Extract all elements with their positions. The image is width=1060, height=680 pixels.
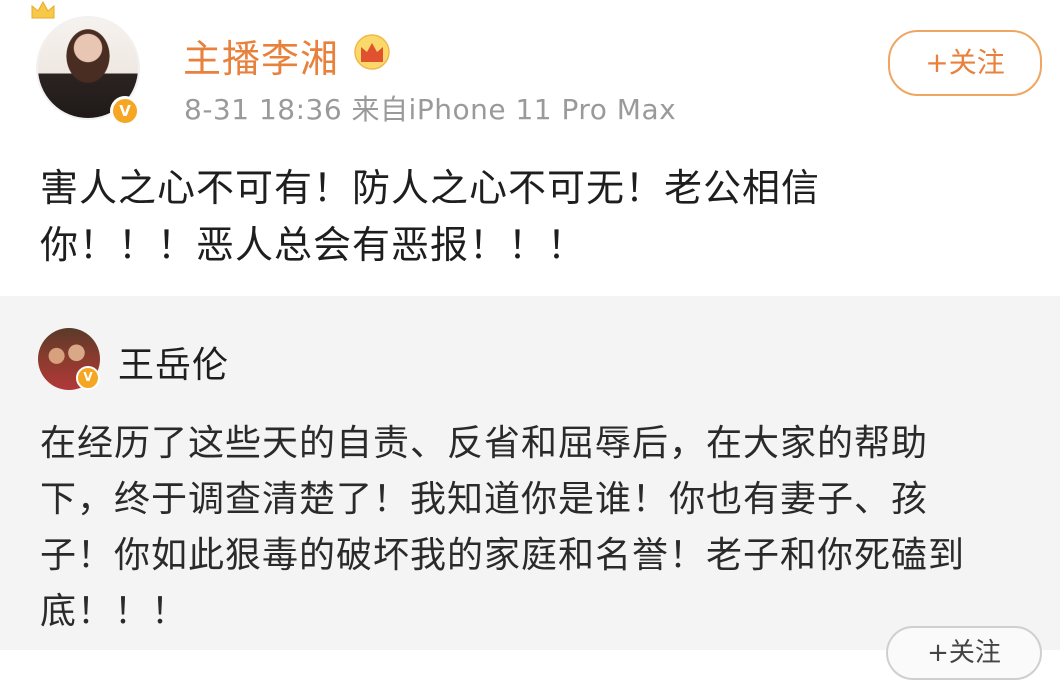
post-timestamp: 8-31 18:36 <box>184 93 343 126</box>
avatar-crown-icon <box>31 0 55 19</box>
repost-author-name[interactable]: 王岳伦 <box>118 336 229 388</box>
post-content: 害人之心不可有！防人之心不可无！老公相信 你！！！恶人总会有恶报！！！ <box>40 160 940 274</box>
repost-content-line: 底！！！ <box>40 591 189 632</box>
verified-badge-icon: V <box>76 366 100 390</box>
verified-badge-icon: V <box>110 96 140 126</box>
post-content-line: 害人之心不可有！防人之心不可无！老公相信 <box>40 166 821 210</box>
crown-icon <box>354 34 390 70</box>
post-source: 来自iPhone 11 Pro Max <box>351 93 677 126</box>
post-content-line: 你！！！恶人总会有恶报！！！ <box>40 223 587 267</box>
follow-button[interactable]: +关注 <box>888 30 1042 96</box>
repost-content-line: 在经历了这些天的自责、反省和屈辱后，在大家的帮助 <box>40 423 929 464</box>
post-meta: 8-31 18:36 来自iPhone 11 Pro Max <box>184 88 676 128</box>
reposted-post: V 王岳伦 +关注 在经历了这些天的自责、反省和屈辱后，在大家的帮助 下，终于调… <box>0 296 1060 680</box>
repost-content-line: 子！你如此狠毒的破坏我的家庭和名誉！老子和你死磕到 <box>40 535 966 576</box>
author-name[interactable]: 主播李湘 <box>183 28 339 83</box>
main-post: V 主播李湘 8-31 18:36 来自iPhone 11 Pro Max +关… <box>0 0 1060 296</box>
repost-content: 在经历了这些天的自责、反省和屈辱后，在大家的帮助 下，终于调查清楚了！我知道你是… <box>40 416 1040 640</box>
repost-content-line: 下，终于调查清楚了！我知道你是谁！你也有妻子、孩 <box>40 479 929 520</box>
